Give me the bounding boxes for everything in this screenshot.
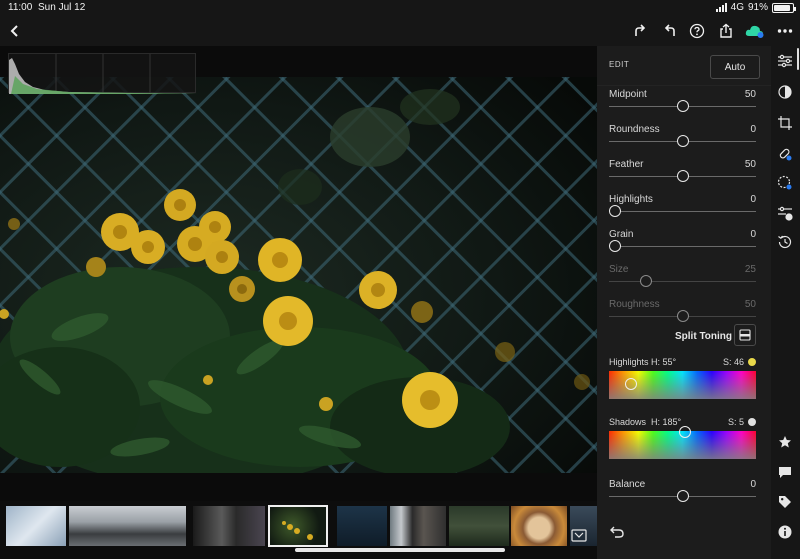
undo-icon[interactable] bbox=[659, 20, 681, 42]
chevron-left-icon[interactable] bbox=[4, 20, 26, 42]
slider-knob[interactable] bbox=[676, 170, 689, 182]
signal-icon bbox=[715, 3, 727, 12]
filmstrip-thumb[interactable] bbox=[193, 506, 265, 546]
filmstrip-thumb[interactable] bbox=[390, 506, 446, 546]
info-icon[interactable] bbox=[776, 523, 794, 541]
share-icon[interactable] bbox=[715, 20, 737, 42]
slider-size: Size 25 bbox=[609, 264, 756, 294]
slider-knob bbox=[676, 310, 689, 322]
edit-panel-header: EDIT Auto bbox=[597, 46, 771, 86]
shadows-color-picker[interactable] bbox=[609, 426, 756, 459]
crop-icon[interactable] bbox=[776, 114, 794, 132]
balance-label: Balance bbox=[609, 479, 646, 490]
healing-icon[interactable] bbox=[776, 145, 794, 163]
slider-label: Roughness bbox=[609, 299, 660, 310]
sliders-icon[interactable] bbox=[776, 52, 794, 70]
slider-label: Feather bbox=[609, 159, 644, 170]
slider-label: Grain bbox=[609, 229, 634, 240]
slider-feather[interactable]: Feather 50 bbox=[609, 159, 756, 189]
balance-knob[interactable] bbox=[676, 490, 689, 502]
slider-label: Highlights bbox=[609, 194, 653, 205]
balance-slider[interactable]: Balance 0 bbox=[609, 479, 756, 509]
color-icon[interactable] bbox=[776, 83, 794, 101]
filmstrip-thumb[interactable] bbox=[69, 506, 186, 546]
slider-label: Midpoint bbox=[609, 89, 647, 100]
presets-icon[interactable] bbox=[776, 204, 794, 222]
redo-icon[interactable] bbox=[629, 20, 651, 42]
slider-value: 50 bbox=[744, 89, 756, 100]
highlights-picker-knob[interactable] bbox=[625, 377, 638, 390]
slider-label: Size bbox=[609, 264, 629, 275]
shadows-tone-label: Shadows bbox=[609, 417, 647, 427]
battery-icon bbox=[772, 2, 796, 13]
slider-label: Roundness bbox=[609, 124, 660, 135]
filmstrip-thumb[interactable] bbox=[449, 506, 509, 546]
network-label: 4G bbox=[730, 2, 744, 13]
panel-title: EDIT bbox=[609, 60, 630, 69]
status-date: Sun Jul 12 bbox=[38, 2, 86, 13]
slider-grain[interactable]: Grain 0 bbox=[609, 229, 756, 259]
auto-button[interactable]: Auto bbox=[710, 55, 760, 79]
split-toning-title: Split Toning bbox=[675, 331, 733, 342]
selective-icon[interactable] bbox=[776, 174, 794, 192]
highlights-sat-value: S: 46 bbox=[722, 357, 744, 367]
slider-knob[interactable] bbox=[676, 100, 689, 112]
filmstrip-thumb[interactable] bbox=[511, 506, 567, 546]
slider-knob[interactable] bbox=[676, 135, 689, 147]
filmstrip-thumb[interactable] bbox=[6, 506, 66, 546]
active-tool-indicator bbox=[797, 48, 799, 70]
slider-value: 0 bbox=[750, 194, 756, 205]
battery-percent: 91% bbox=[747, 2, 768, 13]
slider-roundness[interactable]: Roundness 0 bbox=[609, 124, 756, 154]
shadows-sat-value: S: 5 bbox=[727, 417, 744, 427]
filmstrip-thumb[interactable] bbox=[337, 506, 387, 546]
home-indicator[interactable] bbox=[295, 548, 505, 552]
right-tool-rail bbox=[771, 46, 800, 559]
help-icon[interactable] bbox=[686, 20, 708, 42]
slider-value: 50 bbox=[744, 299, 756, 310]
slider-knob[interactable] bbox=[609, 240, 621, 252]
shadows-picker-knob[interactable] bbox=[678, 426, 691, 439]
slider-value: 50 bbox=[744, 159, 756, 170]
highlights-tone-label: Highlights bbox=[609, 357, 649, 367]
photo-canvas[interactable] bbox=[0, 46, 597, 501]
highlights-hue-value: H: 55° bbox=[651, 357, 677, 367]
shadows-hue-value: H: 185° bbox=[651, 417, 682, 427]
filmstrip-thumb[interactable] bbox=[570, 506, 597, 546]
shadows-color-swatch bbox=[748, 418, 756, 426]
more-icon[interactable] bbox=[774, 20, 796, 42]
star-icon[interactable] bbox=[776, 433, 794, 451]
comment-icon[interactable] bbox=[776, 463, 794, 481]
filmstrip-thumb-selected[interactable] bbox=[268, 505, 328, 547]
slider-value: 0 bbox=[750, 229, 756, 240]
slider-track[interactable] bbox=[609, 246, 756, 247]
highlights-color-swatch bbox=[748, 358, 756, 366]
split-toning-toggle[interactable] bbox=[734, 324, 756, 346]
edit-panel: EDIT Auto Midpoint 50 Roundness 0 Feather 50 H… bbox=[597, 46, 771, 559]
slider-highlights[interactable]: Highlights 0 bbox=[609, 194, 756, 224]
highlights-tone: Highlights H: 55° S: 46 bbox=[609, 357, 756, 401]
reset-undo-icon[interactable] bbox=[609, 525, 625, 539]
shadows-tone: Shadows H: 185° S: 5 bbox=[609, 417, 756, 461]
top-toolbar bbox=[0, 16, 800, 46]
status-time: 11:00 bbox=[8, 2, 33, 13]
cloud-sync-icon[interactable] bbox=[744, 20, 766, 42]
balance-value: 0 bbox=[750, 479, 756, 490]
slider-value: 0 bbox=[750, 124, 756, 135]
tag-icon[interactable] bbox=[776, 493, 794, 511]
slider-knob[interactable] bbox=[609, 205, 621, 217]
slider-track[interactable] bbox=[609, 211, 756, 212]
slider-track bbox=[609, 281, 756, 282]
slider-knob bbox=[639, 275, 652, 287]
status-bar: 11:00 Sun Jul 12 4G 91% bbox=[0, 0, 800, 16]
highlights-color-picker[interactable] bbox=[609, 371, 756, 399]
slider-midpoint[interactable]: Midpoint 50 bbox=[609, 89, 756, 119]
photo-image bbox=[0, 77, 597, 473]
histogram bbox=[8, 53, 197, 94]
slider-value: 25 bbox=[744, 264, 756, 275]
history-icon[interactable] bbox=[776, 233, 794, 251]
